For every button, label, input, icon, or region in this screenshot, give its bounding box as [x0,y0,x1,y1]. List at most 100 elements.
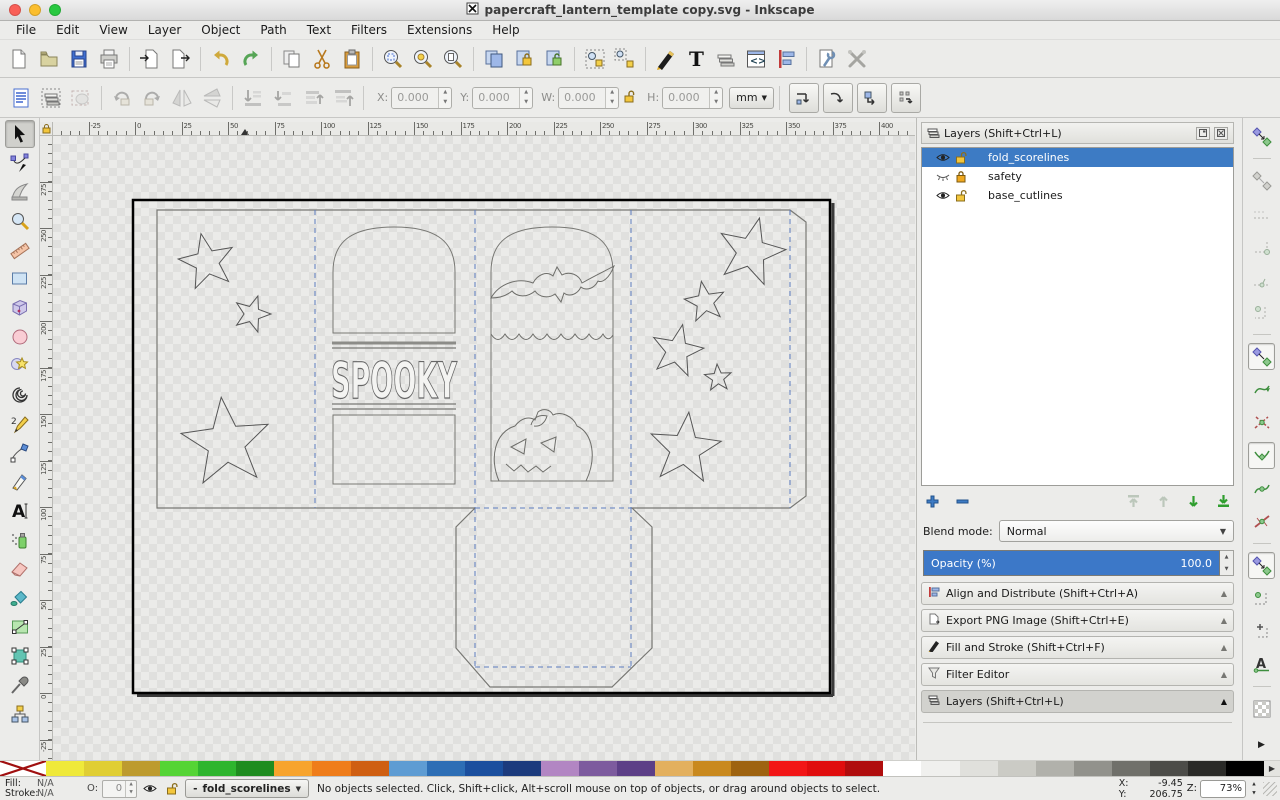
tool-dropper[interactable] [5,671,35,699]
dock-header-align[interactable]: Align and Distribute (Shift+Ctrl+A) ▲ [921,582,1234,605]
color-swatch-13[interactable] [540,761,579,776]
color-swatch-4[interactable] [198,761,237,776]
transform-stroke-toggle[interactable] [788,82,819,113]
menu-filters[interactable]: Filters [341,22,397,39]
layer-visibility-icon[interactable] [934,152,952,163]
snap-enable-button[interactable] [1248,123,1275,150]
menu-layer[interactable]: Layer [138,22,191,39]
flip-vertical-button[interactable] [197,83,227,113]
deselect-button[interactable] [66,83,96,113]
snap-bbox-edge-midpoints-button[interactable] [1248,266,1275,293]
snap-bbox-button[interactable] [1248,167,1275,194]
snap-bbox-centers-button[interactable] [1248,299,1275,326]
ungroup-button[interactable] [610,44,640,74]
cut-button[interactable] [307,44,337,74]
h-input[interactable]: 0.000 ▲ ▼ [662,86,724,109]
layer-visibility-icon[interactable] [934,190,952,201]
transform-pattern-toggle[interactable] [890,82,921,113]
color-swatch-23[interactable] [921,761,960,776]
open-document-button[interactable] [34,44,64,74]
snap-bbox-corners-button[interactable] [1248,233,1275,260]
xml-editor-button[interactable]: <> [741,44,771,74]
layer-visibility-toggle[interactable] [141,780,159,798]
layer-row-fold_scorelines[interactable]: fold_scorelines [922,148,1233,167]
dock-header-fill-stroke[interactable]: Fill and Stroke (Shift+Ctrl+F) ▲ [921,636,1234,659]
color-swatch-18[interactable] [731,761,770,776]
unlink-clone-button[interactable] [539,44,569,74]
swatch-none[interactable] [0,759,47,778]
fill-stroke-indicator[interactable]: Fill: N/A Stroke: N/A [5,778,77,799]
layer-visibility-icon[interactable] [934,171,952,182]
lower-button[interactable] [268,83,298,113]
color-swatch-2[interactable] [122,761,161,776]
import-button[interactable] [135,44,165,74]
menu-object[interactable]: Object [191,22,250,39]
color-swatch-22[interactable] [883,761,922,776]
fill-stroke-dialog-button[interactable] [651,44,681,74]
color-swatch-7[interactable] [312,761,351,776]
paste-button[interactable] [337,44,367,74]
tool-paint-bucket[interactable] [5,584,35,612]
snapbar-overflow-arrow[interactable]: ▶ [1258,740,1265,750]
tool-node-editor[interactable] [5,149,35,177]
current-layer-dropdown[interactable]: - fold_scorelines ▼ [185,779,310,798]
color-swatch-6[interactable] [274,761,313,776]
palette-scroll-arrow[interactable]: ▶ [1264,761,1280,776]
w-input[interactable]: 0.000 ▲ ▼ [558,86,620,109]
menu-extensions[interactable]: Extensions [397,22,482,39]
color-swatch-5[interactable] [236,761,275,776]
raise-to-top-button[interactable] [328,83,358,113]
redo-button[interactable] [236,44,266,74]
transform-gradient-toggle[interactable] [856,82,887,113]
remove-layer-button[interactable] [951,492,973,510]
color-swatch-17[interactable] [693,761,732,776]
add-layer-button[interactable] [921,492,943,510]
tool-spiral[interactable] [5,381,35,409]
dock-header-filter[interactable]: Filter Editor ▲ [921,663,1234,686]
raise-button[interactable] [298,83,328,113]
color-swatch-28[interactable] [1111,761,1150,776]
snap-text-baseline-button[interactable]: A [1248,651,1275,678]
canvas[interactable]: SPOOKY [53,136,915,760]
tool-zoom[interactable] [5,207,35,235]
save-document-button[interactable] [64,44,94,74]
snap-nodes-category-button[interactable] [1248,343,1275,370]
lower-to-bottom-button[interactable] [238,83,268,113]
tool-star[interactable] [5,352,35,380]
y-input[interactable]: 0.000 ▲ ▼ [472,86,534,109]
units-dropdown[interactable]: mm ▼ [729,86,774,109]
object-opacity-input[interactable]: 0 ▲ ▼ [102,779,138,798]
color-swatch-9[interactable] [388,761,427,776]
opacity-slider[interactable]: Opacity (%) 100.0 [923,550,1220,576]
tool-mesh-gradient[interactable] [5,642,35,670]
tool-measure[interactable] [5,236,35,264]
export-button[interactable] [165,44,195,74]
new-document-button[interactable] [4,44,34,74]
tool-eraser[interactable] [5,555,35,583]
tool-calligraphy[interactable] [5,468,35,496]
layers-dialog-button[interactable] [711,44,741,74]
color-swatch-15[interactable] [616,761,655,776]
vertical-ruler[interactable]: 275 250 225 200 175 150 125 100 75 50 25 0 -25 [40,136,53,760]
color-swatch-0[interactable] [46,761,85,776]
menu-edit[interactable]: Edit [46,22,89,39]
lock-ratio-icon[interactable] [623,89,635,106]
menu-path[interactable]: Path [250,22,296,39]
snap-rotation-centers-button[interactable] [1248,618,1275,645]
color-swatch-16[interactable] [655,761,694,776]
layer-lock-toggle[interactable] [163,780,181,798]
lantern-template[interactable]: SPOOKY [157,210,806,688]
color-swatch-1[interactable] [84,761,123,776]
flip-horizontal-button[interactable] [167,83,197,113]
zoom-page-button[interactable] [438,44,468,74]
color-swatch-3[interactable] [160,761,199,776]
raise-layer-to-top-button[interactable] [1122,492,1144,510]
snap-paths-button[interactable] [1248,376,1275,403]
color-swatch-30[interactable] [1187,761,1226,776]
ruler-corner-lock[interactable] [40,122,53,136]
color-swatch-25[interactable] [997,761,1036,776]
transform-corners-toggle[interactable] [822,82,853,113]
snap-page-border-button[interactable] [1248,695,1275,722]
maximize-window-button[interactable] [49,4,61,16]
color-swatch-31[interactable] [1225,761,1264,776]
